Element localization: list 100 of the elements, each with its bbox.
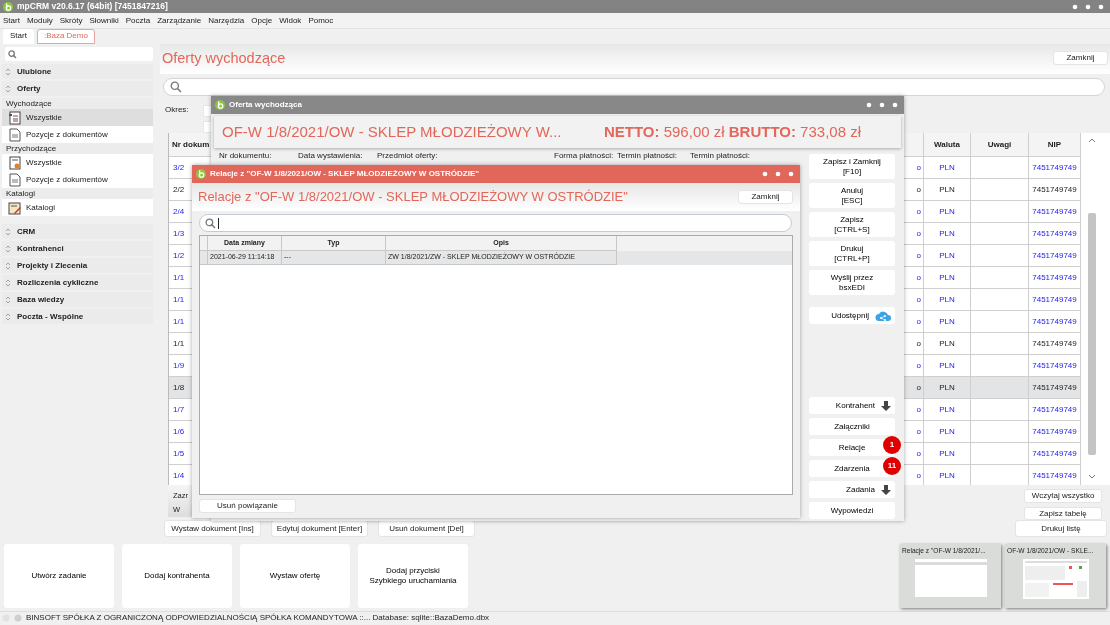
column-header[interactable]: NIP xyxy=(1029,133,1081,157)
page-title: Oferty wychodzące xyxy=(162,50,286,68)
sidebar-section[interactable]: CRM xyxy=(2,224,153,239)
tab[interactable]: Start xyxy=(3,29,34,44)
expand-icon[interactable] xyxy=(5,244,11,253)
quick-launch-button[interactable]: Dodaj przyciski Szybkiego uruchamiania xyxy=(358,544,468,608)
table-cell: 7451749749 xyxy=(1029,465,1081,485)
sidebar-section[interactable]: Kontrahenci xyxy=(2,241,153,256)
more-icon[interactable] xyxy=(762,171,794,177)
action-button[interactable]: Drukuj [CTRL+P] xyxy=(809,241,895,266)
expand-icon[interactable] xyxy=(5,261,11,270)
item-label: Katalogi xyxy=(26,202,55,213)
action-button[interactable]: Zadania xyxy=(809,481,895,498)
sidebar-section[interactable]: Oferty xyxy=(2,81,153,96)
table-cell: 7451749749 xyxy=(1029,377,1081,399)
menu-item[interactable]: Narzędzia xyxy=(208,15,245,26)
search-field[interactable] xyxy=(163,78,1105,96)
document-icon xyxy=(8,127,22,142)
more-icon[interactable] xyxy=(1072,3,1104,10)
expand-icon[interactable] xyxy=(5,84,11,93)
menu-item[interactable]: Poczta xyxy=(125,15,151,26)
sidebar-item[interactable]: Pozycje z dokumentów xyxy=(2,126,153,143)
table-cell: PLN xyxy=(924,201,971,223)
cloud-share-icon xyxy=(875,309,891,322)
action-button[interactable]: Zapisz i Zamknij [F10] xyxy=(809,154,895,179)
sidebar-item[interactable]: Katalogi xyxy=(2,199,153,216)
table-cell: 7451749749 xyxy=(1029,179,1081,201)
section-label: Rozliczenia cykliczne xyxy=(17,277,99,288)
sidebar-item[interactable]: Wszystkie xyxy=(2,109,153,126)
expand-icon[interactable] xyxy=(5,67,11,76)
column-header[interactable]: Waluta xyxy=(924,133,971,157)
action-button[interactable]: Wystaw dokument [Ins] xyxy=(164,520,261,537)
table-cell: PLN xyxy=(924,223,971,245)
close-button[interactable]: Zamknij xyxy=(738,190,793,204)
document-icon xyxy=(8,155,22,170)
action-button[interactable]: Wypowiedzi xyxy=(809,502,895,519)
search-icon xyxy=(205,217,216,229)
table-cell: PLN xyxy=(924,333,971,355)
remove-link-button[interactable]: Usuń powiązanie xyxy=(199,499,296,513)
group-label: Katalogi xyxy=(2,188,153,199)
group-label: Przychodzące xyxy=(2,143,153,154)
table-button[interactable]: Wczytaj wszystko xyxy=(1024,489,1102,503)
table-cell: 7451749749 xyxy=(1029,201,1081,223)
table-cell: PLN xyxy=(924,465,971,485)
quick-launch-button[interactable]: Utwórz zadanie xyxy=(4,544,114,608)
section-label: Oferty xyxy=(17,83,41,94)
table-cell: 7451749749 xyxy=(1029,223,1081,245)
table-cell: 7451749749 xyxy=(1029,399,1081,421)
section-label: Baza wiedzy xyxy=(17,294,65,305)
expand-icon[interactable] xyxy=(5,278,11,287)
sidebar-item[interactable]: Wszystkie xyxy=(2,154,153,171)
action-button[interactable]: Kontrahent xyxy=(809,397,895,414)
table-cell: PLN xyxy=(924,179,971,201)
document-icon xyxy=(8,172,22,187)
print-button[interactable]: Drukuj listę xyxy=(1015,520,1107,537)
sidebar-section[interactable]: Baza wiedzy xyxy=(2,292,153,307)
action-button[interactable]: Anuluj [ESC] xyxy=(809,183,895,208)
table-cell: PLN xyxy=(924,443,971,465)
menu-item[interactable]: Zarządzanie xyxy=(157,15,202,26)
menu-item[interactable]: Moduły xyxy=(26,15,53,26)
close-button[interactable]: Zamknij xyxy=(1053,51,1108,65)
table-button[interactable]: Zapisz tabelę xyxy=(1024,506,1102,521)
expand-icon[interactable] xyxy=(5,295,11,304)
menu-item[interactable]: Start xyxy=(3,15,20,26)
search-icon xyxy=(8,49,17,59)
search-field[interactable] xyxy=(199,214,792,232)
table-cell: PLN xyxy=(924,421,971,443)
table-cell: PLN xyxy=(924,377,971,399)
more-icon[interactable] xyxy=(866,102,898,108)
search-field[interactable] xyxy=(5,47,153,61)
quick-launch-button[interactable]: Wystaw ofertę xyxy=(240,544,350,608)
catalog-icon xyxy=(8,200,22,215)
action-button[interactable]: Wyślij przez bsxEDI xyxy=(809,270,895,295)
section-label: Poczta - Wspólne xyxy=(17,311,84,322)
sidebar-section[interactable]: Poczta - Wspólne xyxy=(2,309,153,324)
item-label: Pozycje z dokumentów xyxy=(26,174,108,185)
menu-item[interactable]: Opcje xyxy=(251,15,273,26)
menu-item[interactable]: Słowniki xyxy=(89,15,119,26)
sidebar-section[interactable]: Ulubione xyxy=(2,64,153,79)
count-badge: 11 xyxy=(883,457,901,475)
menu-item[interactable]: Skróty xyxy=(59,15,83,26)
table-cell: PLN xyxy=(924,267,971,289)
item-label: Pozycje z dokumentów xyxy=(26,129,108,140)
action-button[interactable]: Udostępnij xyxy=(809,307,895,324)
sidebar-section[interactable]: Projekty i Zlecenia xyxy=(2,258,153,273)
table-cell: 7451749749 xyxy=(1029,311,1081,333)
quick-launch-button[interactable]: Dodaj kontrahenta xyxy=(122,544,232,608)
action-button[interactable]: Załączniki xyxy=(809,418,895,435)
window-title: mpCRM v20.6.17 (64bit) [7451847216] xyxy=(17,1,169,12)
sidebar-section[interactable]: Rozliczenia cykliczne xyxy=(2,275,153,290)
expand-icon[interactable] xyxy=(5,227,11,236)
table-cell: 7451749749 xyxy=(1029,443,1081,465)
tab[interactable]: :Baza Demo xyxy=(36,29,95,44)
sidebar-item[interactable]: Pozycje z dokumentów xyxy=(2,171,153,188)
expand-icon[interactable] xyxy=(5,312,11,321)
item-label: Wszystkie xyxy=(26,112,62,123)
menu-item[interactable]: Widok xyxy=(279,15,302,26)
menu-item[interactable]: Pomoc xyxy=(308,15,334,26)
column-header[interactable]: Uwagi xyxy=(971,133,1029,157)
action-button[interactable]: Zapisz [CTRL+S] xyxy=(809,212,895,237)
